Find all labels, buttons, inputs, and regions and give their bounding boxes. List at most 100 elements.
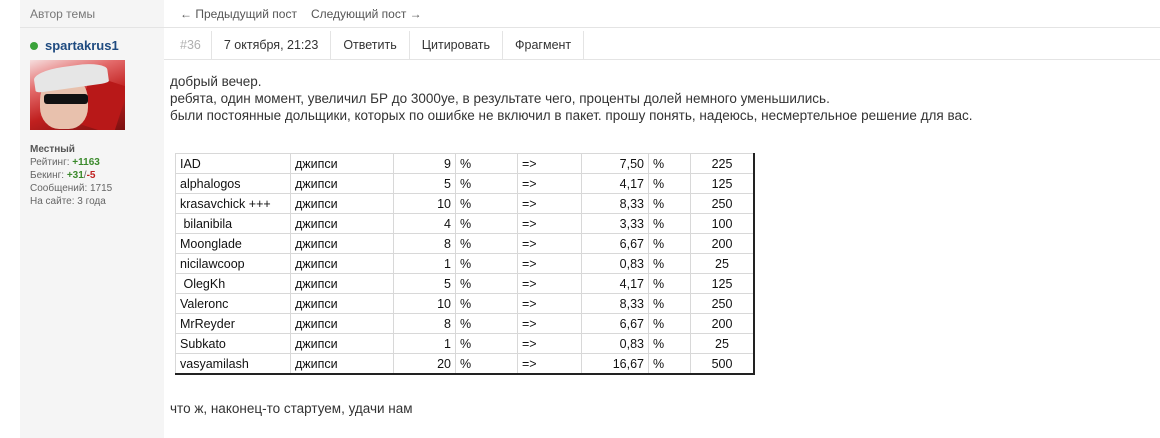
cell-arrow: => <box>517 193 582 214</box>
cell-percent: 20 <box>393 353 456 375</box>
table-row: bilanibila джипси 4% => 3,33% 100 <box>175 213 755 234</box>
cell-name: alphalogos <box>175 173 291 194</box>
post-body: добрый вечер. ребята, один момент, увели… <box>170 73 973 124</box>
cell-new-percent: 0,83 <box>581 333 649 354</box>
post-number-link[interactable]: #36 <box>164 31 212 59</box>
post-navigation: ← Предыдущий пост Следующий пост → <box>180 7 422 21</box>
rating-line: Рейтинг: +1163 <box>30 156 112 169</box>
cell-percent: 10 <box>393 193 456 214</box>
avatar[interactable] <box>30 60 125 130</box>
rating-label: Рейтинг: <box>30 157 73 168</box>
cell-new-percent-sign: % <box>648 313 691 334</box>
cell-new-percent: 7,50 <box>581 153 649 174</box>
next-post-link[interactable]: Следующий пост → <box>311 7 422 21</box>
cell-amount: 250 <box>690 293 755 314</box>
table-row: Valeronc джипси 10% => 8,33% 250 <box>175 293 755 314</box>
cell-amount: 25 <box>690 333 755 354</box>
backing-positive: +31 <box>66 170 84 181</box>
cell-new-percent: 3,33 <box>581 213 649 234</box>
cell-new-percent-sign: % <box>648 153 691 174</box>
table-row: IAD джипси 9% => 7,50% 225 <box>175 153 755 174</box>
cell-percent-sign: % <box>455 213 518 234</box>
cell-name: vasyamilash <box>175 353 291 375</box>
quote-button[interactable]: Цитировать <box>410 31 504 59</box>
post-line: добрый вечер. <box>170 74 262 89</box>
cell-amount: 125 <box>690 173 755 194</box>
cell-name: IAD <box>175 153 291 174</box>
cell-arrow: => <box>517 293 582 314</box>
cell-percent-sign: % <box>455 273 518 294</box>
cell-new-percent-sign: % <box>648 273 691 294</box>
cell-arrow: => <box>517 313 582 334</box>
cell-name: Valeronc <box>175 293 291 314</box>
cell-percent-sign: % <box>455 293 518 314</box>
cell-type: джипси <box>290 333 394 354</box>
reply-button[interactable]: Ответить <box>331 31 410 59</box>
cell-new-percent: 8,33 <box>581 293 649 314</box>
divider <box>20 27 1160 28</box>
table-row: Moonglade джипси 8% => 6,67% 200 <box>175 233 755 254</box>
messages-count: Сообщений: 1715 <box>30 183 113 194</box>
user-info: Местный Рейтинг: +1163 Бекинг: +31/-5 Со… <box>30 143 112 208</box>
cell-percent: 9 <box>393 153 456 174</box>
cell-percent: 1 <box>393 253 456 274</box>
cell-name: krasavchick +++ <box>175 193 291 214</box>
cell-amount: 200 <box>690 233 755 254</box>
backing-negative: -5 <box>86 170 96 181</box>
post-line: были постоянные дольщики, которых по оши… <box>170 108 973 123</box>
cell-type: джипси <box>290 233 394 254</box>
table-row: alphalogos джипси 5% => 4,17% 125 <box>175 173 755 194</box>
cell-arrow: => <box>517 333 582 354</box>
on-site-duration: На сайте: 3 года <box>30 196 106 207</box>
cell-new-percent-sign: % <box>648 333 691 354</box>
cell-percent-sign: % <box>455 253 518 274</box>
fragment-button[interactable]: Фрагмент <box>503 31 585 59</box>
cell-percent-sign: % <box>455 173 518 194</box>
cell-name: Moonglade <box>175 233 291 254</box>
cell-percent-sign: % <box>455 353 518 375</box>
cell-percent-sign: % <box>455 193 518 214</box>
table-row: nicilawcoop джипси 1% => 0,83% 25 <box>175 253 755 274</box>
cell-percent-sign: % <box>455 313 518 334</box>
cell-amount: 25 <box>690 253 755 274</box>
cell-new-percent: 6,67 <box>581 313 649 334</box>
post-toolbar: #36 7 октября, 21:23 Ответить Цитировать… <box>164 31 1160 60</box>
username-link[interactable]: spartakrus1 <box>45 38 119 53</box>
cell-arrow: => <box>517 233 582 254</box>
cell-type: джипси <box>290 353 394 375</box>
cell-percent-sign: % <box>455 153 518 174</box>
table-row: MrReyder джипси 8% => 6,67% 200 <box>175 313 755 334</box>
cell-name: bilanibila <box>175 213 291 234</box>
cell-arrow: => <box>517 153 582 174</box>
cell-new-percent-sign: % <box>648 233 691 254</box>
cell-arrow: => <box>517 273 582 294</box>
cell-new-percent: 8,33 <box>581 193 649 214</box>
previous-post-link[interactable]: ← Предыдущий пост <box>180 7 297 21</box>
cell-percent-sign: % <box>455 333 518 354</box>
cell-percent: 8 <box>393 233 456 254</box>
cell-arrow: => <box>517 253 582 274</box>
cell-new-percent: 0,83 <box>581 253 649 274</box>
cell-new-percent: 6,67 <box>581 233 649 254</box>
table-row: vasyamilash джипси 20% => 16,67% 500 <box>175 353 755 375</box>
cell-new-percent-sign: % <box>648 353 691 375</box>
cell-type: джипси <box>290 173 394 194</box>
cell-name: OlegKh <box>175 273 291 294</box>
cell-new-percent-sign: % <box>648 193 691 214</box>
shares-table: IAD джипси 9% => 7,50% 225 alphalogos джипси 5% =… <box>175 153 755 375</box>
avatar-glasses <box>44 94 88 104</box>
cell-new-percent-sign: % <box>648 213 691 234</box>
cell-arrow: => <box>517 173 582 194</box>
cell-percent: 5 <box>393 273 456 294</box>
cell-amount: 200 <box>690 313 755 334</box>
cell-type: джипси <box>290 313 394 334</box>
cell-name: Subkato <box>175 333 291 354</box>
author-header: Автор темы <box>30 7 96 21</box>
table-row: krasavchick +++ джипси 10% => 8,33% 250 <box>175 193 755 214</box>
table-row: Subkato джипси 1% => 0,83% 25 <box>175 333 755 354</box>
online-status-icon <box>30 41 38 50</box>
cell-new-percent: 4,17 <box>581 173 649 194</box>
cell-amount: 250 <box>690 193 755 214</box>
cell-type: джипси <box>290 253 394 274</box>
backing-line: Бекинг: +31/-5 <box>30 169 112 182</box>
